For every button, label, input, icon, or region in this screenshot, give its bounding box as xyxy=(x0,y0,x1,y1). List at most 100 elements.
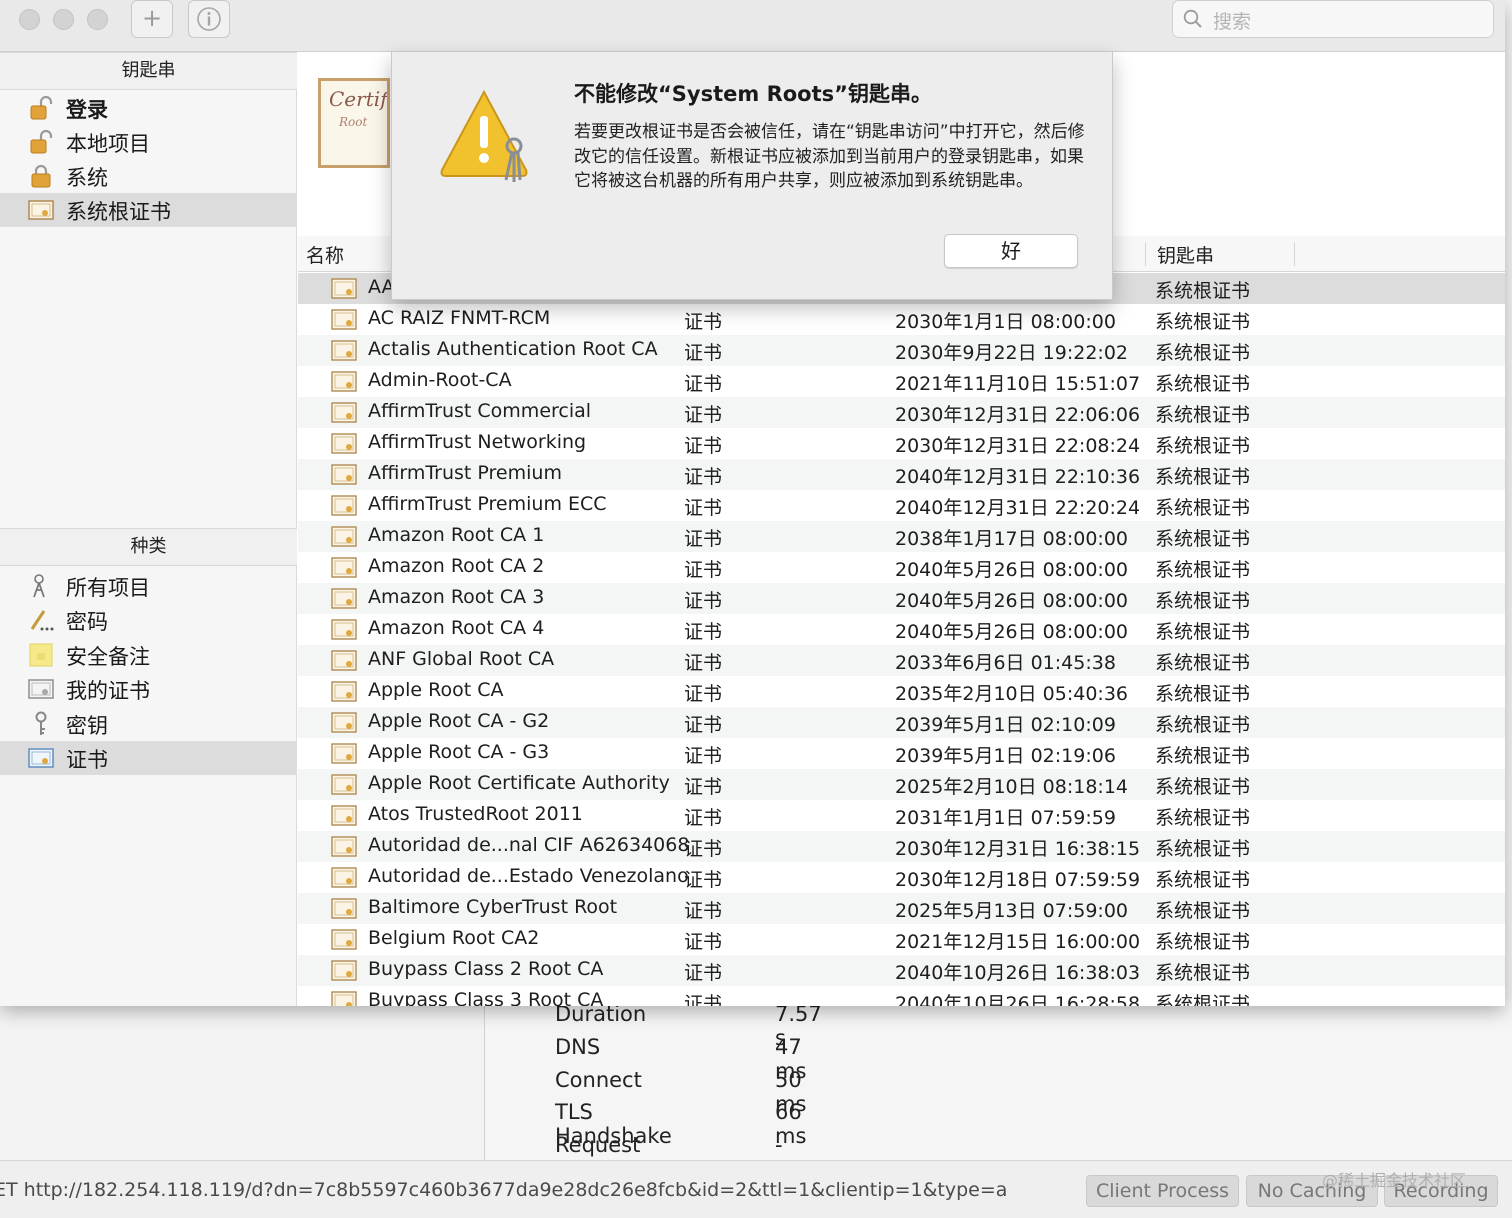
lock-closed-icon xyxy=(31,164,51,188)
column-header-name[interactable]: 名称 xyxy=(306,241,344,268)
cell-name: AffirmTrust Premium xyxy=(368,462,562,484)
cell-expires: 2040年5月26日 08:00:00 xyxy=(895,590,1128,612)
table-row[interactable]: ANF Global Root CA 证书 2033年6月6日 01:45:38 系统… xyxy=(298,645,1505,676)
sidebar-item-login[interactable]: 登录 xyxy=(0,91,297,125)
table-row[interactable]: Amazon Root CA 4 证书 2040年5月26日 08:00:00 系统根… xyxy=(298,614,1505,645)
cell-keychain: 系统根证书 xyxy=(1155,435,1251,457)
sidebar-item-my-certificates[interactable]: 我的证书 xyxy=(0,672,297,706)
table-row[interactable]: Autoridad de...nal CIF A62634068 证书 2030年1… xyxy=(298,831,1505,862)
cell-name: Apple Root CA - G2 xyxy=(368,710,550,732)
cell-expires: 2030年1月1日 08:00:00 xyxy=(895,311,1116,333)
sidebar-item-label: 证书 xyxy=(66,748,108,772)
sidebar: 钥匙串 登录 本地项目 系统 系统根证书 种类 所有项目 密码 安全备注 我的证… xyxy=(0,52,297,1006)
certificate-icon xyxy=(331,526,357,547)
cell-keychain: 系统根证书 xyxy=(1155,869,1251,891)
cell-kind: 证书 xyxy=(684,373,723,395)
cell-expires: 2025年2月10日 08:18:14 xyxy=(895,776,1128,798)
cell-name: Admin-Root-CA xyxy=(368,369,512,391)
table-row[interactable]: Amazon Root CA 2 证书 2040年5月26日 08:00:00 系统根… xyxy=(298,552,1505,583)
column-divider xyxy=(1294,242,1295,266)
table-row[interactable]: Autoridad de...Estado Venezolano 证书 2030年1… xyxy=(298,862,1505,893)
certificate-icon xyxy=(28,200,54,220)
table-row[interactable]: Atos TrustedRoot 2011 证书 2031年1月1日 07:59:5… xyxy=(298,800,1505,831)
timing-label: DNS xyxy=(555,1035,601,1059)
cell-kind: 证书 xyxy=(684,807,723,829)
table-row[interactable]: Apple Root CA 证书 2035年2月10日 05:40:36 系统根证书 xyxy=(298,676,1505,707)
category-header: 种类 xyxy=(0,528,297,566)
table-row[interactable]: Belgium Root CA2 证书 2021年12月15日 16:00:00 系统… xyxy=(298,924,1505,955)
client-process-button[interactable]: Client Process xyxy=(1086,1175,1239,1207)
search-field[interactable]: 搜索 xyxy=(1172,0,1494,38)
certificate-icon xyxy=(331,898,357,919)
cell-name: Actalis Authentication Root CA xyxy=(368,338,658,360)
table-row[interactable]: AffirmTrust Premium ECC 证书 2040年12月31日 22:… xyxy=(298,490,1505,521)
certificate-icon xyxy=(331,619,357,640)
info-icon xyxy=(197,7,221,31)
sidebar-item-system[interactable]: 系统 xyxy=(0,159,297,193)
cell-expires: 2035年2月10日 05:40:36 xyxy=(895,683,1128,705)
table-row[interactable]: AffirmTrust Networking 证书 2030年12月31日 22:0… xyxy=(298,428,1505,459)
certificate-icon xyxy=(331,743,357,764)
table-row[interactable]: AffirmTrust Premium 证书 2040年12月31日 22:10:3… xyxy=(298,459,1505,490)
sidebar-item-all-items[interactable]: 所有项目 xyxy=(0,569,297,603)
timing-value: - xyxy=(775,1133,783,1157)
cell-kind: 证书 xyxy=(684,528,723,550)
all-items-icon xyxy=(33,574,45,598)
table-row[interactable]: Apple Root CA - G2 证书 2039年5月1日 02:10:09 系统… xyxy=(298,707,1505,738)
password-icon xyxy=(30,610,54,631)
ok-button[interactable]: 好 xyxy=(944,234,1078,268)
certificate-icon xyxy=(331,588,357,609)
sidebar-item-label: 系统 xyxy=(66,166,108,190)
certificate-icon xyxy=(331,805,357,826)
column-header-keychain[interactable]: 钥匙串 xyxy=(1157,241,1214,268)
sidebar-item-certificates[interactable]: 证书 xyxy=(0,741,297,775)
cell-name: Amazon Root CA 1 xyxy=(368,524,545,546)
cell-name: Baltimore CyberTrust Root xyxy=(368,896,618,918)
table-row[interactable]: Apple Root CA - G3 证书 2039年5月1日 02:19:06 系统… xyxy=(298,738,1505,769)
certificate-icon xyxy=(331,371,357,392)
zoom-window-button[interactable] xyxy=(87,9,108,30)
alert-sheet: 不能修改“System Roots”钥匙串。 若要更改根证书是否会被信任，请在“… xyxy=(391,52,1113,300)
cell-kind: 证书 xyxy=(684,838,723,860)
cell-name: Buypass Class 2 Root CA xyxy=(368,958,604,980)
table-row[interactable]: Buypass Class 2 Root CA 证书 2040年10月26日 16:… xyxy=(298,955,1505,986)
table-row[interactable]: Amazon Root CA 1 证书 2038年1月17日 08:00:00 系统根… xyxy=(298,521,1505,552)
keychain-access-window: + 搜索 钥匙串 登录 本地项目 系统 系统根证书 种类 所有项目 密码 安全备… xyxy=(0,0,1505,1006)
table-row[interactable]: AC RAIZ FNMT-RCM 证书 2030年1月1日 08:00:00 系统根证… xyxy=(298,304,1505,335)
cell-expires: 2025年5月13日 07:59:00 xyxy=(895,900,1128,922)
cell-kind: 证书 xyxy=(684,900,723,922)
table-row[interactable]: Actalis Authentication Root CA 证书 2030年9月2… xyxy=(298,335,1505,366)
timing-label: Connect xyxy=(555,1068,642,1092)
cell-expires: 2038年1月17日 08:00:00 xyxy=(895,528,1128,550)
add-item-button[interactable]: + xyxy=(131,0,173,38)
cell-expires: 2039年5月1日 02:19:06 xyxy=(895,745,1116,767)
sidebar-item-passwords[interactable]: 密码 xyxy=(0,603,297,637)
close-window-button[interactable] xyxy=(19,9,40,30)
minimize-window-button[interactable] xyxy=(53,9,74,30)
certificate-icon xyxy=(331,929,357,950)
request-url: ET http://182.254.118.119/d?dn=7c8b5597c… xyxy=(0,1179,1008,1201)
table-row[interactable]: AffirmTrust Commercial 证书 2030年12月31日 22:0… xyxy=(298,397,1505,428)
cell-name: Apple Root Certificate Authority xyxy=(368,772,670,794)
timing-panel: Duration 7.57 s DNS 47 ms Connect 50 ms TLS… xyxy=(484,1000,1512,1160)
table-row[interactable]: Apple Root Certificate Authority 证书 2025年2… xyxy=(298,769,1505,800)
certificate-icon xyxy=(331,774,357,795)
table-row[interactable]: Buypass Class 3 Root CA 证书 2040年10月26日 16:… xyxy=(298,986,1505,1006)
certificate-icon xyxy=(331,836,357,857)
get-info-button[interactable] xyxy=(188,0,230,38)
certificate-title-text: Certific xyxy=(329,87,387,111)
sidebar-item-secure-notes[interactable]: 安全备注 xyxy=(0,638,297,672)
table-row[interactable]: Amazon Root CA 3 证书 2040年5月26日 08:00:00 系统根… xyxy=(298,583,1505,614)
cell-kind: 证书 xyxy=(684,683,723,705)
sidebar-item-system-roots[interactable]: 系统根证书 xyxy=(0,193,297,227)
cell-kind: 证书 xyxy=(684,404,723,426)
cell-expires: 2030年12月31日 22:08:24 xyxy=(895,435,1141,457)
secure-note-icon xyxy=(29,643,53,667)
sidebar-item-local-items[interactable]: 本地项目 xyxy=(0,125,297,159)
cell-name: ANF Global Root CA xyxy=(368,648,555,670)
cell-name: Apple Root CA - G3 xyxy=(368,741,550,763)
table-row[interactable]: Admin-Root-CA 证书 2021年11月10日 15:51:07 系统根证书 xyxy=(298,366,1505,397)
table-row[interactable]: Baltimore CyberTrust Root 证书 2025年5月13日 07… xyxy=(298,893,1505,924)
sidebar-item-keys[interactable]: 密钥 xyxy=(0,707,297,741)
cell-kind: 证书 xyxy=(684,993,723,1006)
